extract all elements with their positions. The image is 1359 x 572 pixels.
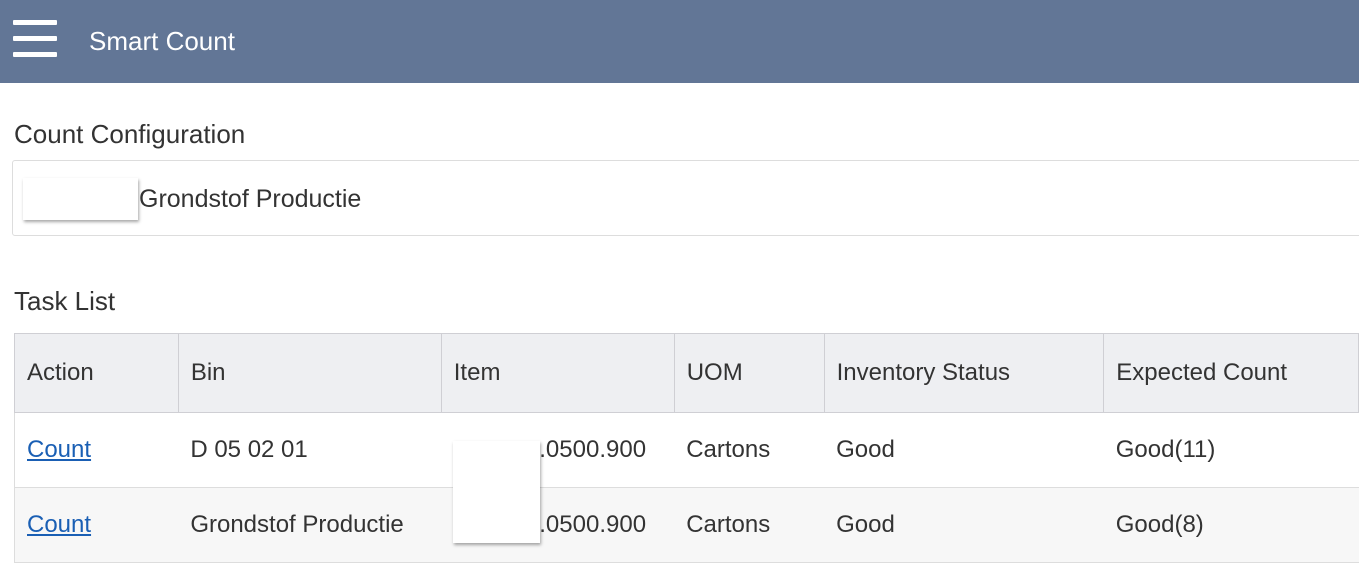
column-header-inventory-status: Inventory Status xyxy=(823,333,1105,413)
action-cell: Count xyxy=(14,487,179,563)
uom-cell: Cartons xyxy=(674,487,825,563)
count-configuration-panel: Grondstof Productie xyxy=(12,160,1359,236)
uom-cell: Cartons xyxy=(674,412,825,488)
menu-line xyxy=(13,36,57,41)
inventory-status-cell: Good xyxy=(824,487,1104,563)
menu-line xyxy=(13,20,57,25)
column-header-item: Item xyxy=(440,333,675,413)
hamburger-menu-icon[interactable] xyxy=(13,20,57,58)
bin-cell: Grondstof Productie xyxy=(178,487,442,563)
redacted-block xyxy=(23,178,138,220)
table-header-row: Action Bin Item UOM Inventory Status Exp… xyxy=(14,333,1359,413)
column-header-uom: UOM xyxy=(673,333,825,413)
count-configuration-heading: Count Configuration xyxy=(14,119,246,149)
column-header-expected-count: Expected Count xyxy=(1103,333,1359,413)
app-header: Smart Count xyxy=(0,0,1359,83)
inventory-status-cell: Good xyxy=(824,412,1104,488)
count-configuration-value: Grondstof Productie xyxy=(139,185,362,213)
bin-cell: D 05 02 01 xyxy=(178,412,442,488)
column-header-action: Action xyxy=(14,333,179,413)
table-row: Count D 05 02 01 .0500.900 Cartons Good … xyxy=(14,412,1359,488)
table-row: Count Grondstof Productie .0500.900 Cart… xyxy=(14,487,1359,563)
app-title: Smart Count xyxy=(89,26,235,56)
expected-count-cell: Good(11) xyxy=(1103,412,1359,488)
expected-count-cell: Good(8) xyxy=(1103,487,1359,563)
task-list-table: Action Bin Item UOM Inventory Status Exp… xyxy=(14,333,1359,563)
count-link[interactable]: Count xyxy=(27,511,91,538)
action-cell: Count xyxy=(14,412,179,488)
menu-line xyxy=(13,52,57,57)
count-link[interactable]: Count xyxy=(27,436,91,463)
redacted-block xyxy=(453,441,540,543)
column-header-bin: Bin xyxy=(177,333,442,413)
task-list-heading: Task List xyxy=(14,286,116,316)
